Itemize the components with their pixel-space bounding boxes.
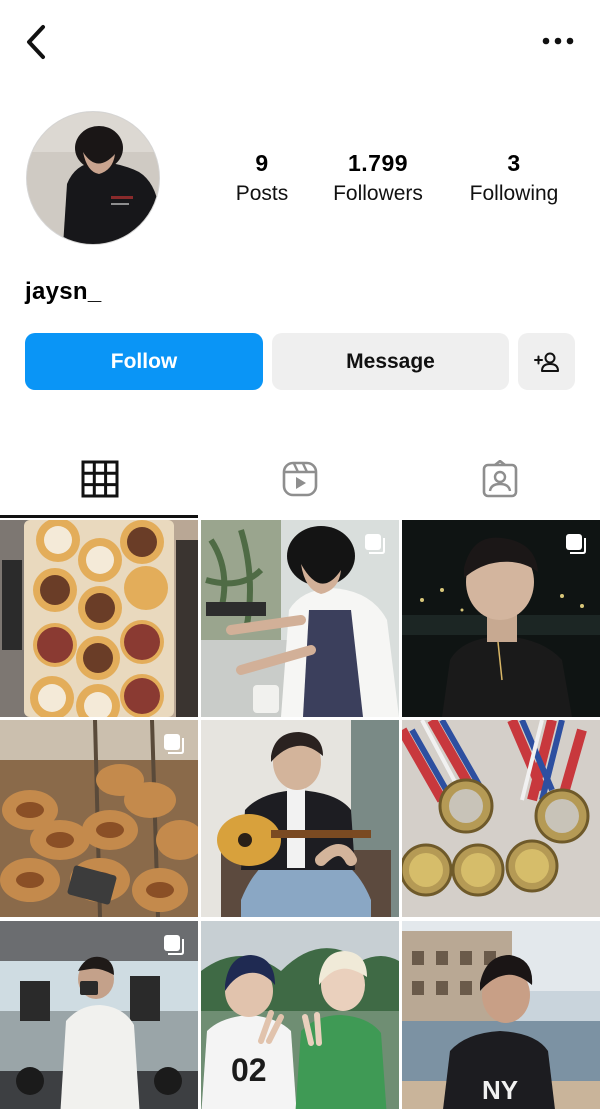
suggest-users-button[interactable]	[518, 333, 575, 390]
follow-button[interactable]: Follow	[25, 333, 263, 390]
add-user-icon	[533, 352, 559, 372]
multiple-photos-icon	[164, 734, 184, 754]
svg-text:NY: NY	[482, 1075, 518, 1105]
posts-count[interactable]: 9 Posts	[222, 150, 302, 208]
followers-count[interactable]: 1.799 Followers	[318, 150, 438, 208]
message-button[interactable]: Message	[272, 333, 509, 390]
post-thumbnail-pastries[interactable]	[0, 520, 198, 717]
post-thumbnail-night-portrait[interactable]	[402, 520, 600, 717]
following-value: 3	[507, 150, 521, 176]
multiple-photos-icon	[164, 935, 184, 955]
post-thumbnail-guitar[interactable]	[201, 720, 399, 917]
active-tab-indicator	[0, 515, 198, 518]
username: jaysn_	[25, 278, 102, 305]
avatar[interactable]	[26, 111, 160, 245]
post-thumbnail-barista[interactable]	[201, 520, 399, 717]
following-label: Following	[469, 182, 559, 205]
posts-label: Posts	[235, 182, 289, 205]
posts-value: 9	[255, 150, 269, 176]
reels-icon	[282, 461, 318, 497]
followers-label: Followers	[333, 182, 423, 205]
multiple-photos-icon	[566, 534, 586, 554]
tab-reels[interactable]	[200, 440, 400, 518]
more-options-button[interactable]	[540, 26, 576, 56]
profile-tabs	[0, 440, 600, 518]
following-count[interactable]: 3 Following	[458, 150, 570, 208]
post-thumbnail-bakery[interactable]	[0, 720, 198, 917]
svg-text:02: 02	[231, 1052, 267, 1088]
back-button[interactable]	[20, 22, 52, 62]
tagged-icon	[482, 460, 518, 498]
back-arrow-icon	[27, 25, 45, 59]
tab-posts-grid[interactable]	[0, 440, 200, 518]
profile-photo	[27, 112, 159, 244]
top-bar	[0, 0, 600, 90]
multiple-photos-icon	[365, 534, 385, 554]
post-thumbnail-friends[interactable]: 02	[201, 921, 399, 1109]
more-options-icon	[542, 37, 574, 45]
post-thumbnail-gym[interactable]	[0, 921, 198, 1109]
post-thumbnail-beach[interactable]: NY	[402, 921, 600, 1109]
post-thumbnail-medals[interactable]	[402, 720, 600, 917]
posts-grid: 02 NY	[0, 520, 600, 1109]
followers-value: 1.799	[347, 150, 409, 176]
grid-icon	[81, 460, 119, 498]
tab-tagged[interactable]	[400, 440, 600, 518]
